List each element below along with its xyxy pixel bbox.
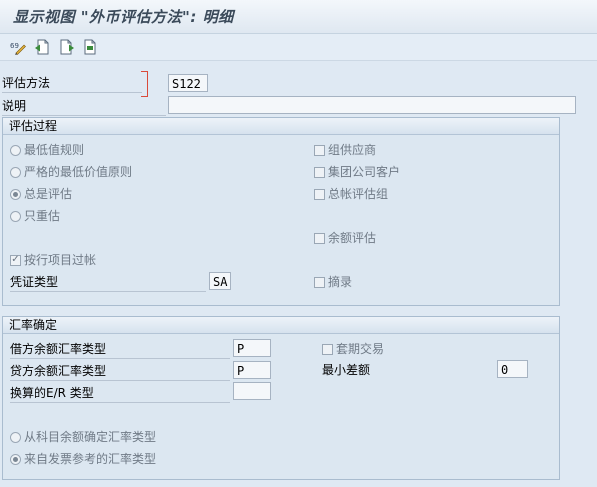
checkbox-label: 余额评估 — [328, 231, 377, 245]
min-diff-field[interactable]: 0 — [497, 360, 528, 378]
title-bar: 显示视图 "外币评估方法": 明细 — [0, 0, 597, 34]
checkbox-label: 套期交易 — [336, 342, 385, 356]
valuation-group-title: 评估过程 — [3, 118, 559, 135]
other-entry-icon[interactable] — [81, 38, 99, 56]
radio-label: 严格的最低价值原则 — [24, 165, 133, 179]
next-entry-icon[interactable] — [58, 38, 76, 56]
radio-label: 来自发票参考的汇率类型 — [24, 452, 157, 466]
radio-button-icon — [10, 431, 21, 443]
credit-rate-type-label: 贷方余额汇率类型 — [10, 362, 230, 381]
check-gl-valuation-group[interactable]: 总帐评估组 — [314, 185, 388, 203]
checkbox-icon — [314, 232, 325, 244]
radio-button-selected-icon — [10, 188, 21, 200]
er-type-label: 换算的E/R 类型 — [10, 384, 230, 403]
checkbox-label: 摘录 — [328, 275, 353, 289]
radio-lowest-value[interactable]: 最低值规则 — [10, 141, 84, 159]
check-hedge[interactable]: 套期交易 — [322, 340, 384, 358]
radio-button-icon — [10, 166, 21, 178]
radio-rate-from-account-balance[interactable]: 从科目余额确定汇率类型 — [10, 428, 156, 446]
exchange-rate-group-title: 汇率确定 — [3, 317, 559, 334]
radio-strict-lowest-value[interactable]: 严格的最低价值原则 — [10, 163, 132, 181]
previous-entry-icon[interactable] — [33, 38, 51, 56]
radio-label: 只重估 — [24, 209, 61, 223]
method-field[interactable]: S122 — [168, 74, 208, 92]
checkbox-checked-icon: ✓ — [10, 254, 21, 266]
description-label: 说明 — [2, 97, 166, 116]
radio-label: 总是评估 — [24, 187, 73, 201]
description-field[interactable] — [168, 96, 576, 114]
radio-label: 从科目余额确定汇率类型 — [24, 430, 157, 444]
display-change-icon[interactable]: 69 — [9, 38, 27, 56]
radio-rate-from-invoice-ref[interactable]: 来自发票参考的汇率类型 — [10, 450, 156, 468]
doc-type-field[interactable]: SA — [209, 272, 231, 290]
min-diff-label: 最小差额 — [322, 363, 371, 377]
window-title: 显示视图 "外币评估方法": 明细 — [13, 8, 234, 26]
credit-rate-type-field[interactable]: P — [233, 361, 271, 379]
checkbox-icon — [314, 144, 325, 156]
radio-button-selected-icon — [10, 453, 21, 465]
application-toolbar: 69 — [0, 34, 597, 61]
check-vendor-group[interactable]: 组供应商 — [314, 141, 376, 159]
debit-rate-type-label: 借方余额汇率类型 — [10, 340, 230, 359]
checkbox-icon — [314, 166, 325, 178]
checkbox-label: 集团公司客户 — [328, 165, 401, 179]
radio-button-icon — [10, 210, 21, 222]
checkbox-label: 按行项目过帐 — [24, 253, 97, 267]
er-type-field[interactable] — [233, 382, 271, 400]
radio-always-evaluate[interactable]: 总是评估 — [10, 185, 72, 203]
check-line-item-posting[interactable]: ✓ 按行项目过帐 — [10, 251, 96, 269]
debit-rate-type-field[interactable]: P — [233, 339, 271, 357]
checkbox-icon — [314, 276, 325, 288]
checkbox-icon — [322, 343, 333, 355]
check-group-customer[interactable]: 集团公司客户 — [314, 163, 400, 181]
checkbox-label: 总帐评估组 — [328, 187, 389, 201]
checkbox-label: 组供应商 — [328, 143, 377, 157]
radio-label: 最低值规则 — [24, 143, 85, 157]
doc-type-label: 凭证类型 — [10, 273, 206, 292]
required-field-marker — [141, 71, 148, 97]
svg-text:69: 69 — [10, 42, 19, 50]
radio-button-icon — [10, 144, 21, 156]
check-summary[interactable]: 摘录 — [314, 273, 352, 291]
checkbox-icon — [314, 188, 325, 200]
method-label: 评估方法 — [2, 74, 142, 93]
radio-revalue-only[interactable]: 只重估 — [10, 207, 60, 225]
check-balance-valuation[interactable]: 余额评估 — [314, 229, 376, 247]
